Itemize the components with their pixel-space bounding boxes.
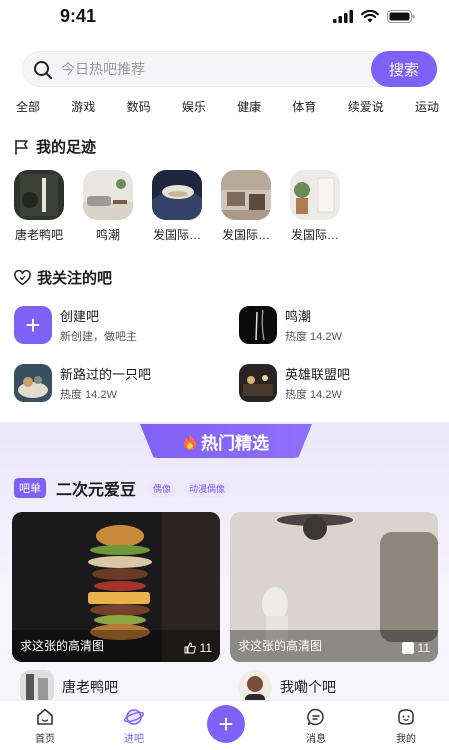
- category-tab-digital[interactable]: 数码: [127, 98, 151, 118]
- followed-sub: 热度 14.2W: [285, 331, 342, 343]
- followed-item[interactable]: 英雄联盟吧 热度 14.2W: [239, 363, 439, 403]
- footprint-thumbnail: [290, 170, 340, 220]
- heart-icon: [14, 269, 31, 285]
- search-icon: [34, 61, 52, 79]
- list-tag[interactable]: 偶像: [148, 479, 177, 497]
- planet-icon: [124, 709, 144, 725]
- list-tag[interactable]: 动漫偶像: [184, 479, 231, 497]
- post-author[interactable]: 唐老鸭吧: [20, 670, 118, 704]
- tab-profile[interactable]: 我的: [376, 707, 436, 745]
- footprint-label: 鸣潮: [95, 228, 120, 242]
- post-card[interactable]: 求这张的高清图 11: [230, 512, 438, 662]
- footprints-list: 唐老鸭吧 鸣潮 发国际… 发国际… 发国际…: [10, 170, 344, 243]
- status-time: 9:41: [60, 6, 97, 26]
- tab-label: 我的: [396, 734, 416, 745]
- category-tabs: 全部 游戏 数码 娱乐 健康 体育 续爱说 运动: [16, 98, 439, 118]
- author-name: 唐老鸭吧: [62, 679, 118, 695]
- hot-picks-banner: 热门精选: [140, 424, 312, 458]
- thumbs-up-icon: [184, 642, 196, 654]
- search-button[interactable]: 搜索: [371, 51, 437, 87]
- tab-messages[interactable]: 消息: [286, 707, 346, 745]
- avatar: [20, 670, 54, 704]
- wifi-icon: [361, 10, 379, 23]
- followed-sub: 新创建，做吧主: [60, 331, 137, 343]
- face-icon: [398, 709, 414, 725]
- avatar: [238, 670, 272, 704]
- category-tab-games[interactable]: 游戏: [71, 98, 95, 118]
- followed-thumbnail: [239, 364, 277, 402]
- status-icons: [333, 10, 415, 23]
- followed-item[interactable]: 鸣潮 热度 14.2W: [239, 305, 439, 345]
- footprints-header: 我的足迹: [14, 136, 96, 157]
- list-badge: 吧单: [14, 478, 46, 498]
- footprint-label: 发国际…: [152, 228, 201, 242]
- footprint-item[interactable]: 唐老鸭吧: [10, 170, 68, 243]
- chat-icon: [307, 708, 324, 726]
- followed-header: 我关注的吧: [14, 267, 112, 288]
- hot-picks-title: 热门精选: [201, 433, 269, 453]
- create-post-button[interactable]: +: [207, 705, 245, 743]
- category-tab-sports[interactable]: 体育: [292, 98, 316, 118]
- followed-title: 我关注的吧: [37, 270, 113, 287]
- bottom-tab-bar: 首页 进吧 + 消息 我的: [0, 700, 449, 750]
- footprint-item[interactable]: 鸣潮: [79, 170, 137, 243]
- fire-icon: [184, 433, 196, 450]
- search-bar: 搜索: [22, 51, 438, 87]
- footprint-thumbnail: [14, 170, 64, 220]
- category-tab-exercise[interactable]: 运动: [415, 98, 439, 118]
- like-button[interactable]: 11: [401, 641, 430, 655]
- checkbox-icon: [401, 642, 414, 654]
- flag-icon: [15, 139, 28, 155]
- footprint-thumbnail: [152, 170, 202, 220]
- footprint-label: 发国际…: [221, 228, 270, 242]
- footprint-label: 发国际…: [290, 228, 339, 242]
- like-button[interactable]: 11: [184, 641, 212, 655]
- followed-thumbnail: [239, 306, 277, 344]
- followed-thumbnail: [14, 364, 52, 402]
- footprint-label: 唐老鸭吧: [14, 228, 63, 242]
- post-caption: 求这张的高清图: [20, 639, 105, 653]
- tab-home[interactable]: 首页: [15, 707, 75, 745]
- signal-icon: [333, 10, 353, 23]
- category-tab-entertainment[interactable]: 娱乐: [182, 98, 206, 118]
- followed-name: 新路过的一只吧: [60, 367, 152, 382]
- footprints-title: 我的足迹: [36, 139, 97, 156]
- followed-name: 鸣潮: [285, 309, 312, 324]
- footprint-item[interactable]: 发国际…: [148, 170, 206, 243]
- followed-name: 英雄联盟吧: [285, 367, 351, 382]
- tab-enter-bar[interactable]: 进吧: [104, 707, 164, 745]
- post-caption: 求这张的高清图: [238, 639, 323, 653]
- footprint-item[interactable]: 发国际…: [286, 170, 344, 243]
- post-author[interactable]: 我嘞个吧: [238, 670, 336, 704]
- category-tab-all[interactable]: 全部: [16, 98, 40, 118]
- like-count: 11: [417, 641, 430, 655]
- followed-item-create[interactable]: + 创建吧 新创建，做吧主: [14, 305, 214, 345]
- plus-icon: +: [218, 709, 234, 739]
- followed-item[interactable]: 新路过的一只吧 热度 14.2W: [14, 363, 214, 403]
- post-card[interactable]: 求这张的高清图 11: [12, 512, 220, 662]
- footprint-thumbnail: [83, 170, 133, 220]
- followed-sub: 热度 14.2W: [285, 389, 342, 401]
- tab-label: 消息: [306, 734, 326, 745]
- author-name: 我嘞个吧: [280, 679, 336, 695]
- footprint-thumbnail: [221, 170, 271, 220]
- category-tab-romance[interactable]: 续爱说: [348, 98, 384, 118]
- plus-icon: +: [14, 306, 52, 344]
- tab-label: 首页: [35, 734, 55, 745]
- like-count: 11: [199, 641, 212, 655]
- home-icon: [37, 708, 53, 725]
- status-bar: 9:41: [0, 0, 449, 38]
- battery-icon: [387, 10, 415, 23]
- list-title[interactable]: 二次元爱豆: [56, 476, 136, 500]
- footprint-item[interactable]: 发国际…: [217, 170, 275, 243]
- followed-name: 创建吧: [60, 309, 100, 324]
- search-input[interactable]: [61, 52, 361, 86]
- topic-list-header: 吧单 二次元爱豆 偶像 动漫偶像: [14, 476, 231, 500]
- category-tab-health[interactable]: 健康: [237, 98, 261, 118]
- tab-label: 进吧: [124, 734, 144, 745]
- followed-sub: 热度 14.2W: [60, 389, 117, 401]
